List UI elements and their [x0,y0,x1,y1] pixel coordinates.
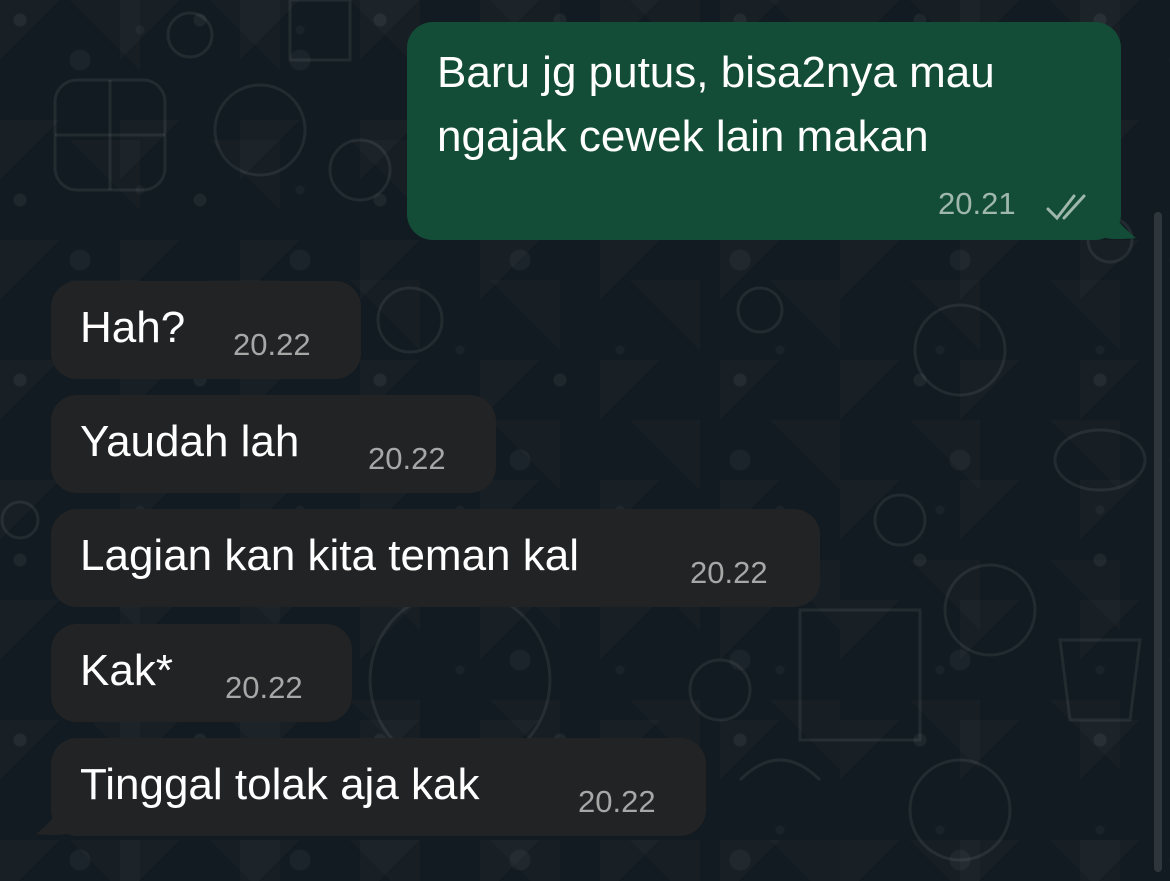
incoming-message-time: 20.22 [233,327,311,362]
outgoing-message-text-line-1: Baru jg putus, bisa2nya mau [437,48,995,97]
croissant-doodle-icon [738,758,822,782]
incoming-message-text: Kak* [80,646,173,695]
hedgehog-doodle-icon [873,493,927,547]
football-doodle-icon [1053,428,1147,492]
incoming-message-text: Tinggal tolak aja kak [80,760,480,809]
incoming-message-bubble[interactable]: Yaudah lah 20.22 [51,395,496,493]
heart-doodle-icon [376,286,444,354]
incoming-message-text: Yaudah lah [80,417,300,466]
incoming-message-bubble[interactable]: Lagian kan kita teman kal 20.22 [51,509,820,607]
incoming-message-time: 20.22 [225,670,303,705]
outgoing-message-bubble[interactable]: Baru jg putus, bisa2nya mau ngajak cewek… [407,22,1121,240]
apple-doodle-icon [736,286,784,334]
incoming-message-bubble[interactable]: Kak* 20.22 [51,624,352,722]
circle-doodle-icon [0,500,40,540]
grid-doodle-icon [288,0,352,62]
cat-doodle-icon [213,83,307,177]
incoming-message-text: Lagian kan kita teman kal [80,531,579,580]
pot-doodle-icon [1058,638,1142,722]
incoming-message-time: 20.22 [690,555,768,590]
incoming-message-text: Hah? [80,303,186,352]
cup-doodle-icon [913,303,1007,397]
soccer-ball-doodle-icon [943,563,1037,657]
incoming-message-time: 20.22 [368,441,446,476]
incoming-bubble-tail [36,800,66,835]
clock-doodle-icon [328,138,392,202]
outgoing-bubble-tail [1106,204,1136,239]
chat-scrollbar[interactable] [1154,212,1162,872]
incoming-message-bubble[interactable]: Hah? 20.22 [51,281,361,379]
outgoing-message-text-line-2: ngajak cewek lain makan [437,112,929,161]
building-doodle-icon [798,608,922,742]
flower-doodle-icon [908,758,1012,862]
incoming-message-time: 20.22 [578,784,656,819]
outgoing-message-time: 20.21 [938,186,1016,221]
egg-doodle-icon [688,658,752,722]
microphone-doodle-icon [166,11,214,59]
incoming-message-bubble[interactable]: Tinggal tolak aja kak 20.22 [51,738,706,836]
double-check-icon [1046,194,1086,221]
